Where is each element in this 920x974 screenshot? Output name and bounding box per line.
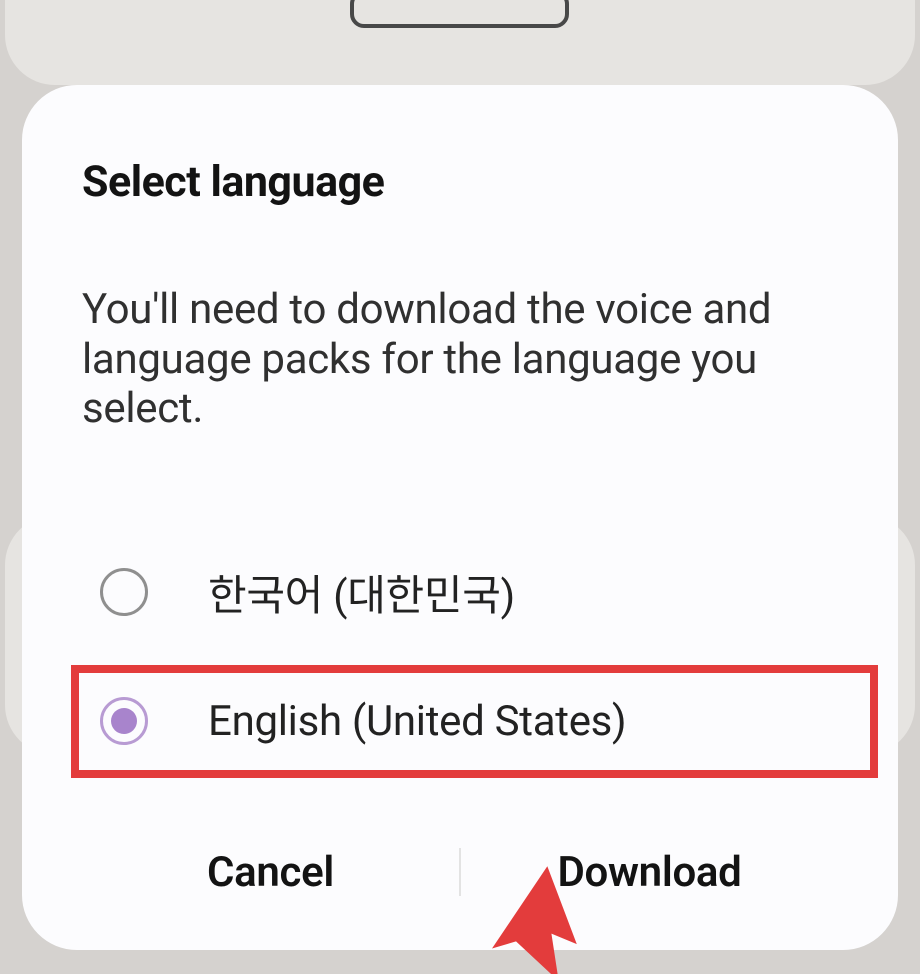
download-button[interactable]: Download	[461, 830, 838, 915]
radio-icon-selected	[100, 697, 148, 745]
dialog-description: You'll need to download the voice and la…	[82, 285, 838, 434]
dialog-title: Select language	[82, 157, 838, 207]
dialog-button-row: Cancel Download	[82, 830, 838, 915]
radio-icon	[100, 568, 148, 616]
cancel-button[interactable]: Cancel	[82, 830, 459, 915]
language-option-label: 한국어 (대한민국)	[208, 562, 515, 623]
select-language-dialog: Select language You'll need to download …	[22, 85, 898, 950]
language-option-label: English (United States)	[208, 697, 626, 746]
background-pill-shape	[350, 0, 569, 28]
language-option-list: 한국어 (대한민국) English (United States)	[82, 532, 838, 790]
radio-inner-dot	[111, 708, 137, 734]
language-option-english[interactable]: English (United States)	[71, 665, 878, 778]
language-option-korean[interactable]: 한국어 (대한민국)	[82, 532, 838, 653]
